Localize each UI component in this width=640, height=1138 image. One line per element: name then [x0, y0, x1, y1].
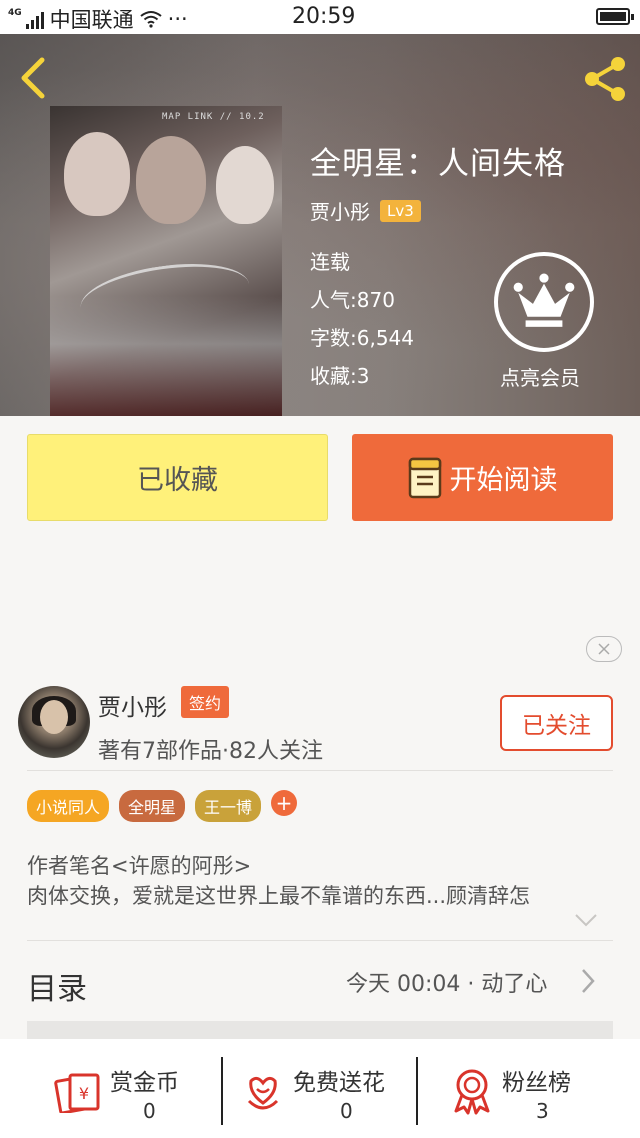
chevron-right-icon[interactable] — [580, 968, 596, 994]
favorites-value: 3 — [356, 364, 370, 388]
tag-item[interactable]: 小说同人 — [27, 790, 110, 822]
word-count-value: 6,544 — [356, 326, 415, 350]
collected-button[interactable]: 已收藏 — [27, 434, 328, 521]
level-badge: Lv3 — [380, 199, 421, 222]
share-icon[interactable] — [580, 54, 630, 104]
tag-item[interactable]: 王一博 — [195, 790, 262, 822]
crown-icon — [513, 273, 575, 327]
tag-list: 小说同人 全明星 王一博 + — [27, 790, 298, 822]
author-name[interactable]: 贾小彤 — [310, 196, 370, 225]
close-ad-button[interactable] — [586, 636, 622, 662]
follow-label: 已关注 — [522, 713, 591, 739]
battery-icon — [596, 8, 634, 25]
popularity-value: 870 — [356, 288, 395, 312]
section-separator — [27, 1021, 613, 1039]
favorites: 收藏:3 — [310, 360, 369, 389]
chevron-down-icon[interactable] — [574, 912, 598, 928]
vip-crown-button[interactable] — [494, 252, 594, 352]
signed-badge: 签约 — [181, 686, 230, 718]
collected-label: 已收藏 — [137, 465, 218, 496]
wifi-icon — [140, 11, 162, 28]
word-count-label: 字数: — [310, 326, 357, 350]
favorites-label: 收藏: — [310, 364, 357, 388]
toc-title[interactable]: 目录 — [27, 964, 87, 1008]
fan-ranking-label: 粉丝榜 — [502, 1070, 571, 1096]
red-envelope-icon: ¥ — [54, 1073, 100, 1113]
divider — [27, 940, 613, 941]
start-reading-label: 开始阅读 — [449, 465, 558, 496]
flower-icon — [247, 1076, 279, 1110]
reward-coin-button[interactable]: ¥ 赏金币 0 — [0, 1039, 222, 1138]
clock: 20:59 — [292, 4, 356, 29]
signal-icon — [25, 9, 44, 29]
bottom-action-bar: ¥ 赏金币 0 免费送花 0 粉丝榜 3 — [0, 1039, 640, 1138]
toc-latest-update[interactable]: 今天 00:04 · 动了心 — [346, 966, 547, 998]
reward-coin-label: 赏金币 — [110, 1070, 179, 1096]
book-title: 全明星：人间失格 — [310, 146, 566, 182]
cover-caption: MAP LINK // 10.2 — [162, 112, 265, 122]
book-cover[interactable]: MAP LINK // 10.2 — [50, 106, 282, 416]
book-header: MAP LINK // 10.2 全明星：人间失格 贾小彤 Lv3 连载 人气:… — [0, 34, 640, 416]
svg-text:¥: ¥ — [79, 1084, 89, 1103]
intro-line-1: 作者笔名<许愿的阿彤> — [27, 854, 252, 878]
cover-figure-center — [136, 136, 206, 224]
fan-ranking-count: 3 — [536, 1099, 549, 1123]
back-arrow-icon[interactable] — [14, 56, 54, 100]
vip-label[interactable]: 点亮会员 — [500, 362, 580, 391]
cover-figure-right — [216, 146, 274, 224]
follow-button[interactable]: 已关注 — [500, 695, 613, 751]
book-icon — [408, 457, 441, 498]
author-line: 贾小彤 Lv3 — [310, 196, 421, 225]
medal-icon — [454, 1069, 490, 1115]
intro-line-2: 肉体交换，爱就是这世界上最不靠谱的东西...顾清辞怎 — [27, 884, 531, 908]
status-left: 4G 中国联通 ··· — [8, 4, 188, 34]
tag-item[interactable]: 全明星 — [119, 790, 186, 822]
popularity: 人气:870 — [310, 284, 395, 313]
more-dots: ··· — [167, 7, 188, 31]
cover-figure-left — [64, 132, 130, 216]
carrier-name: 中国联通 — [49, 8, 134, 32]
author-avatar[interactable] — [18, 686, 90, 758]
add-tag-button[interactable]: + — [271, 790, 298, 816]
divider — [27, 770, 613, 771]
author-card-name[interactable]: 贾小彤 — [98, 688, 167, 722]
word-count: 字数:6,544 — [310, 322, 414, 351]
cover-splash — [50, 296, 282, 416]
serial-status: 连载 — [310, 250, 350, 274]
reward-coin-count: 0 — [143, 1099, 156, 1123]
network-type: 4G — [8, 7, 22, 18]
start-reading-button[interactable]: 开始阅读 — [352, 434, 613, 521]
close-icon — [598, 643, 610, 655]
free-flower-button[interactable]: 免费送花 0 — [223, 1039, 417, 1138]
popularity-label: 人气: — [310, 288, 357, 312]
free-flower-count: 0 — [340, 1099, 353, 1123]
author-stats: 著有7部作品·82人关注 — [98, 739, 323, 764]
fan-ranking-button[interactable]: 粉丝榜 3 — [418, 1039, 640, 1138]
free-flower-label: 免费送花 — [293, 1070, 385, 1096]
status-bar: 4G 中国联通 ··· 20:59 — [0, 0, 640, 34]
